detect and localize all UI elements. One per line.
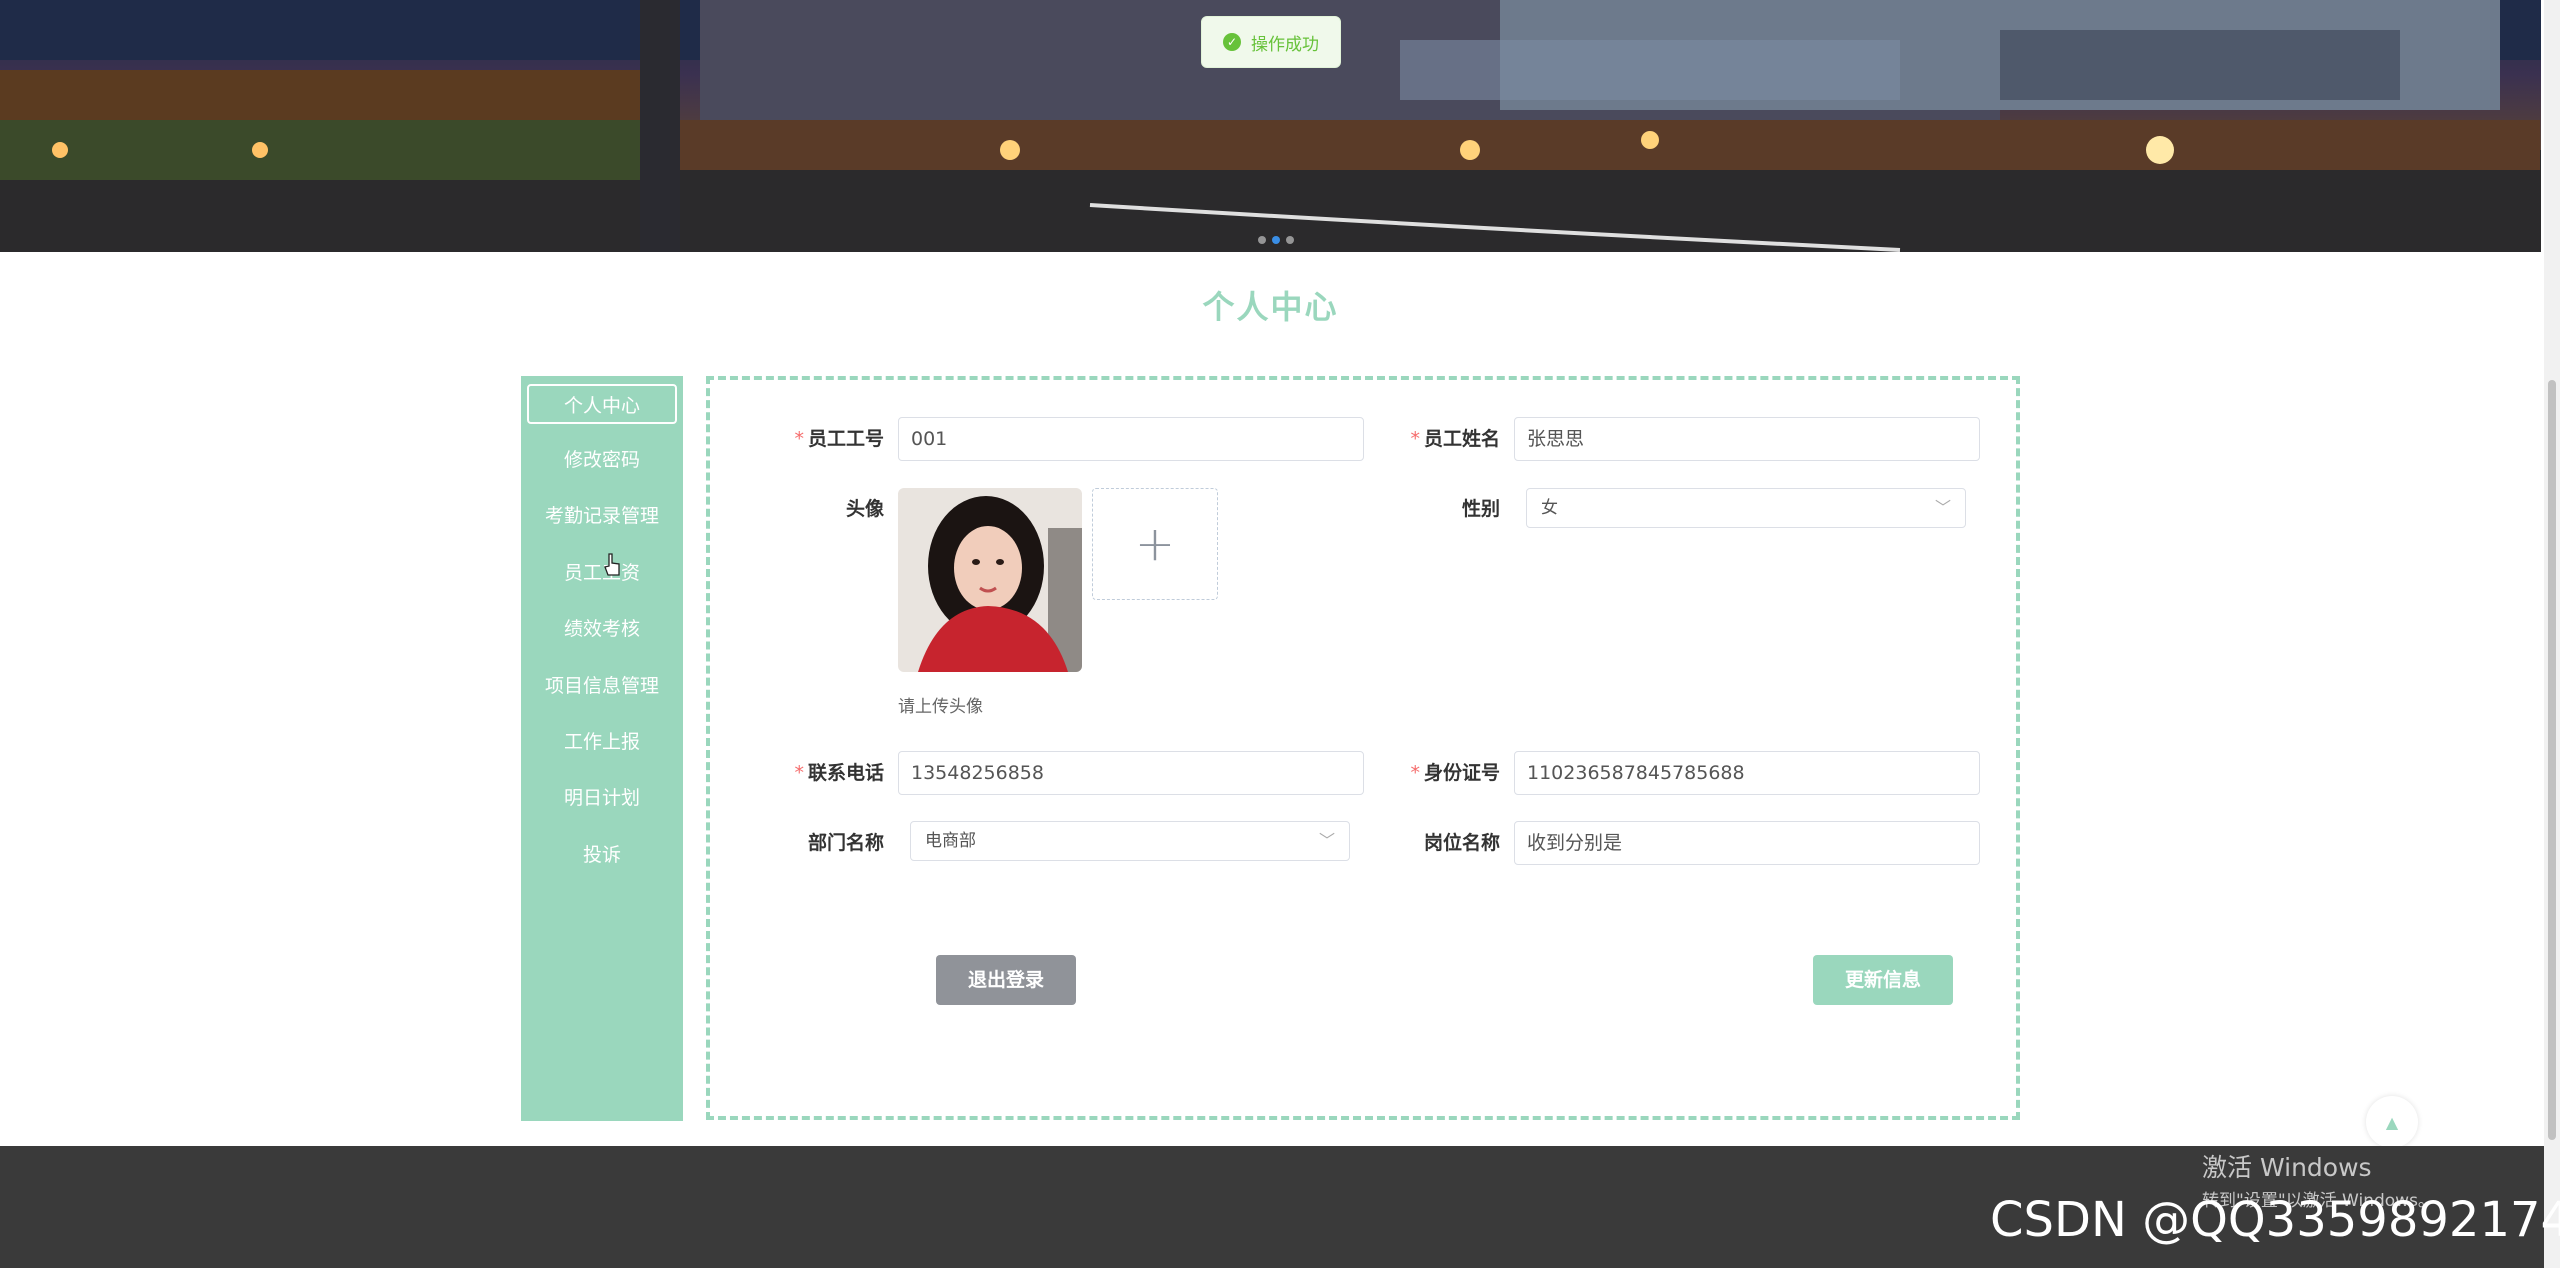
chevron-down-icon: ﹀: [1934, 498, 1951, 517]
sidebar-item-change-password[interactable]: 修改密码: [527, 440, 677, 480]
position-label: 岗位名称: [1423, 832, 1500, 854]
page-scrollbar[interactable]: [2544, 0, 2560, 1268]
required-mark: *: [1410, 762, 1420, 784]
check-circle-icon: ✓: [1223, 33, 1241, 51]
update-info-button[interactable]: 更新信息: [1813, 955, 1953, 1005]
gender-select[interactable]: 女 ﹀: [1526, 488, 1966, 528]
success-toast: ✓ 操作成功: [1201, 16, 1341, 68]
carousel-dot[interactable]: [1258, 236, 1266, 244]
avatar-label: 头像: [845, 498, 884, 520]
position-input[interactable]: 收到分别是: [1514, 821, 1980, 865]
carousel-dot-active[interactable]: [1272, 236, 1280, 244]
gender-label: 性别: [1461, 498, 1500, 520]
csdn-watermark: CSDN @QQ3359892174: [1990, 1192, 2560, 1248]
sidebar-item-projects[interactable]: 项目信息管理: [527, 666, 677, 706]
sidebar-item-performance[interactable]: 绩效考核: [527, 609, 677, 649]
sidebar-item-personal-center[interactable]: 个人中心: [527, 384, 677, 424]
plus-icon: +: [1134, 516, 1176, 572]
page-title: 个人中心: [1202, 288, 1339, 326]
id-card-input[interactable]: 110236587845785688: [1514, 751, 1980, 795]
required-mark: *: [1410, 428, 1420, 450]
employee-name-label: * 员工姓名: [1410, 428, 1500, 450]
toast-text: 操作成功: [1251, 34, 1319, 55]
sidebar: 个人中心 修改密码 考勤记录管理 员工工资 绩效考核 项目信息管理 工作上报 明…: [521, 376, 683, 1121]
phone-input[interactable]: 13548256858: [898, 751, 1364, 795]
avatar-upload-button[interactable]: +: [1092, 488, 1218, 600]
id-card-label: * 身份证号: [1410, 762, 1500, 784]
employee-no-label: * 员工工号: [794, 428, 884, 450]
sidebar-item-complaint[interactable]: 投诉: [527, 835, 677, 875]
department-select[interactable]: 电商部 ﹀: [910, 821, 1350, 861]
caret-up-icon: ▲: [2385, 1112, 2399, 1132]
employee-name-input[interactable]: 张思思: [1514, 417, 1980, 461]
gender-select-value: 女: [1541, 498, 1558, 518]
scrollbar-thumb[interactable]: [2548, 380, 2556, 1140]
back-to-top-button[interactable]: ▲: [2366, 1096, 2418, 1148]
department-select-value: 电商部: [925, 831, 976, 851]
chevron-down-icon: ﹀: [1318, 831, 1335, 850]
sidebar-item-salary[interactable]: 员工工资: [527, 553, 677, 593]
employee-no-input[interactable]: 001: [898, 417, 1364, 461]
avatar-upload-hint: 请上传头像: [898, 697, 983, 717]
phone-label: * 联系电话: [794, 762, 884, 784]
required-mark: *: [794, 428, 804, 450]
sidebar-item-tomorrow-plan[interactable]: 明日计划: [527, 778, 677, 818]
carousel-dot[interactable]: [1286, 236, 1294, 244]
hand-cursor-icon: [604, 553, 620, 576]
department-label: 部门名称: [807, 832, 884, 854]
sidebar-item-work-report[interactable]: 工作上报: [527, 722, 677, 762]
avatar-image[interactable]: [898, 488, 1082, 672]
sidebar-item-attendance[interactable]: 考勤记录管理: [527, 496, 677, 536]
logout-button[interactable]: 退出登录: [936, 955, 1076, 1005]
banner-carousel[interactable]: ✓ 操作成功: [0, 0, 2541, 252]
carousel-indicators[interactable]: [1258, 236, 1294, 244]
required-mark: *: [794, 762, 804, 784]
